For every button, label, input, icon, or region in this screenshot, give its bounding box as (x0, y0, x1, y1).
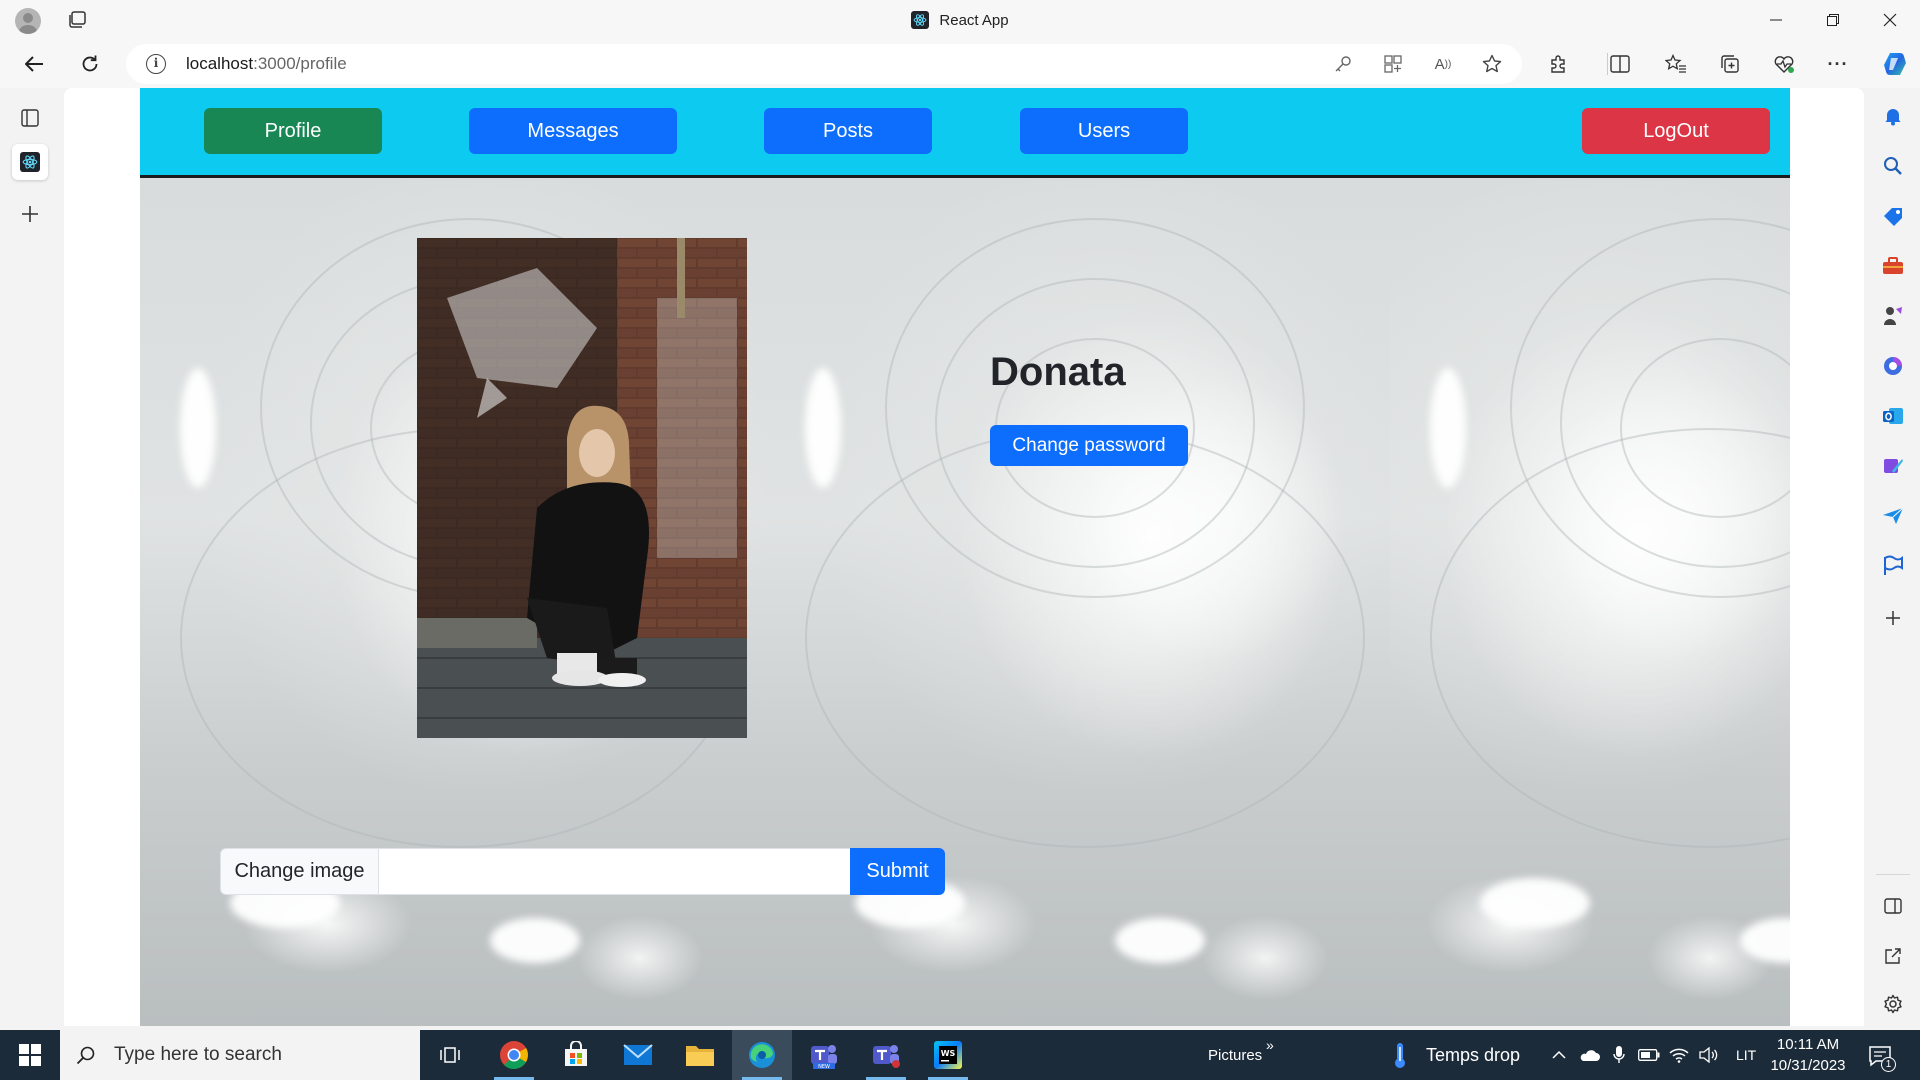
nav-messages-button[interactable]: Messages (469, 108, 677, 154)
read-aloud-icon[interactable]: A)) (1432, 53, 1454, 75)
page-viewport: Donata Change password Change image Subm… (64, 88, 1864, 1026)
key-icon[interactable] (1332, 53, 1354, 75)
bell-icon[interactable] (1879, 102, 1907, 130)
change-password-button[interactable]: Change password (990, 425, 1188, 466)
edge-sidebar (1866, 88, 1920, 1030)
edge-icon[interactable] (732, 1030, 792, 1080)
pictures-toolbar-label[interactable]: Pictures (1208, 1030, 1262, 1080)
clock-time: 10:11 AM (1776, 1036, 1840, 1053)
image-url-input[interactable] (379, 848, 850, 895)
designer-icon[interactable] (1879, 452, 1907, 480)
nav-profile-button[interactable]: Profile (204, 108, 382, 154)
onedrive-icon[interactable] (1578, 1044, 1600, 1066)
store-icon[interactable] (546, 1030, 606, 1080)
sidebar-divider (1876, 874, 1910, 875)
shopping-icon[interactable] (1879, 202, 1907, 230)
tab-react-app[interactable] (12, 144, 48, 180)
chevron-double-right-icon[interactable]: » (1266, 1020, 1274, 1070)
svg-text:WS: WS (941, 1049, 956, 1058)
tab-actions-icon[interactable] (67, 11, 87, 29)
change-image-form: Change image Submit (220, 848, 946, 895)
react-favicon-icon (911, 11, 930, 29)
send-icon[interactable] (1879, 502, 1907, 530)
vertical-tab-strip (0, 88, 62, 1030)
input-language[interactable]: LIT (1736, 1030, 1756, 1080)
url-text[interactable]: localhost:3000/profile (186, 44, 347, 84)
svg-text:NEW: NEW (818, 1064, 830, 1070)
react-favicon-icon (20, 152, 40, 172)
flag-icon[interactable] (1879, 552, 1907, 580)
taskbar-search[interactable]: Type here to search (60, 1030, 420, 1080)
browser-title-bar: React App (0, 0, 1920, 40)
app-available-icon[interactable] (1382, 53, 1404, 75)
favorite-star-icon[interactable] (1481, 53, 1503, 75)
file-explorer-icon[interactable] (670, 1030, 730, 1080)
games-icon[interactable] (1879, 302, 1907, 330)
notification-count-badge: 1 (1881, 1057, 1896, 1072)
task-view-icon[interactable] (420, 1030, 480, 1080)
close-icon[interactable] (1862, 0, 1918, 40)
new-tab-icon[interactable] (12, 196, 48, 232)
thermometer-icon[interactable] (1390, 1041, 1410, 1069)
rose-background: Donata Change password Change image Subm… (140, 178, 1790, 1026)
chevron-up-icon[interactable] (1548, 1044, 1570, 1066)
mail-icon[interactable] (608, 1030, 668, 1080)
refresh-icon[interactable] (72, 46, 108, 82)
wifi-icon[interactable] (1668, 1044, 1690, 1066)
collections-icon[interactable] (1718, 52, 1742, 76)
weather-label[interactable]: Temps drop (1426, 1030, 1520, 1080)
change-image-label: Change image (220, 848, 379, 895)
url-path: :3000/profile (253, 54, 347, 73)
window-title-text: React App (939, 11, 1009, 29)
extensions-icon[interactable] (1546, 52, 1570, 76)
add-icon[interactable] (1879, 604, 1907, 632)
profile-photo (417, 238, 747, 738)
search-icon (74, 1043, 98, 1067)
settings-icon[interactable] (1879, 990, 1907, 1018)
profile-avatar-icon[interactable] (15, 8, 41, 34)
sidebar-toggle-icon[interactable] (1879, 892, 1907, 920)
tools-icon[interactable] (1879, 252, 1907, 280)
browser-toolbar: i localhost:3000/profile A)) ··· (0, 40, 1920, 88)
address-bar[interactable]: i localhost:3000/profile A)) (126, 44, 1522, 84)
teams-new-icon[interactable]: NEW (794, 1030, 854, 1080)
notification-icon[interactable]: 1 (1866, 1042, 1896, 1072)
system-clock[interactable]: 10:11 AM 10/31/2023 (1762, 1034, 1854, 1076)
nav-posts-button[interactable]: Posts (764, 108, 932, 154)
react-app: Donata Change password Change image Subm… (140, 88, 1790, 1026)
webstorm-icon[interactable]: WS (918, 1030, 978, 1080)
search-icon[interactable] (1879, 152, 1907, 180)
open-external-icon[interactable] (1879, 942, 1907, 970)
chrome-icon[interactable] (484, 1030, 544, 1080)
back-icon[interactable] (16, 46, 52, 82)
nav-users-button[interactable]: Users (1020, 108, 1188, 154)
app-navbar: Profile Messages Posts Users LogOut (140, 88, 1790, 178)
favorites-icon[interactable] (1664, 52, 1688, 76)
submit-image-button[interactable]: Submit (850, 848, 945, 895)
microsoft365-icon[interactable] (1879, 352, 1907, 380)
info-icon[interactable]: i (146, 54, 166, 74)
battery-icon[interactable] (1638, 1044, 1660, 1066)
copilot-icon[interactable] (1880, 49, 1910, 79)
more-icon[interactable]: ··· (1826, 52, 1850, 76)
taskbar-search-placeholder: Type here to search (114, 1044, 282, 1065)
vertical-tabs-icon[interactable] (12, 100, 48, 136)
outlook-icon[interactable] (1879, 402, 1907, 430)
teams-icon[interactable] (856, 1030, 916, 1080)
windows-start-icon[interactable] (0, 1030, 60, 1080)
microphone-icon[interactable] (1608, 1044, 1630, 1066)
volume-icon[interactable] (1698, 1044, 1720, 1066)
window-title: React App (0, 0, 1920, 40)
clock-date: 10/31/2023 (1770, 1057, 1846, 1074)
restore-icon[interactable] (1805, 0, 1861, 40)
windows-taskbar: Type here to search NEW WS Pictures » Te… (0, 1030, 1920, 1080)
rose-background-tile (765, 178, 1390, 1026)
split-screen-icon[interactable] (1608, 52, 1632, 76)
logout-button[interactable]: LogOut (1582, 108, 1770, 154)
rose-background-tile (1390, 178, 1790, 1026)
profile-name: Donata (990, 350, 1126, 394)
browser-essentials-icon[interactable] (1772, 52, 1796, 76)
url-host: localhost (186, 54, 254, 73)
minimize-icon[interactable] (1748, 0, 1804, 40)
